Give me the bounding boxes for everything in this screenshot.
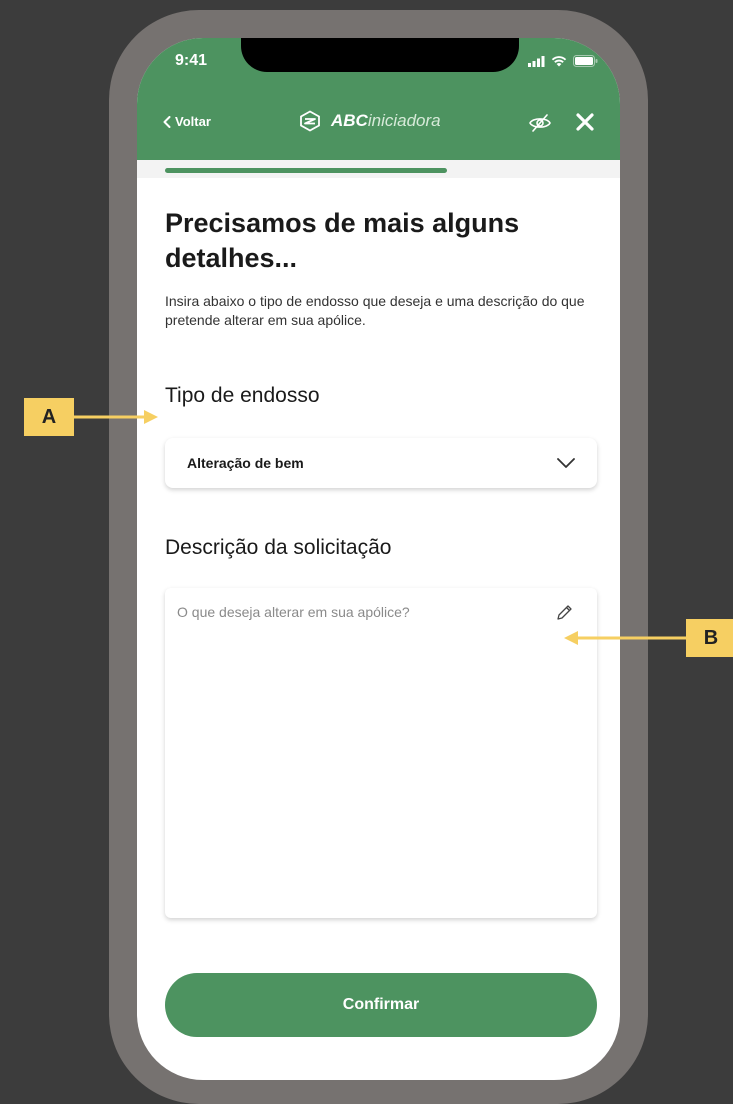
back-button[interactable]: Voltar: [163, 114, 211, 129]
descricao-field-container: [165, 588, 597, 918]
annotation-callout-a: A: [24, 398, 74, 436]
hide-values-button[interactable]: [528, 112, 552, 139]
descricao-label: Descrição da solicitação: [165, 536, 392, 559]
wifi-icon: [551, 56, 567, 67]
status-icons: [528, 55, 598, 67]
signal-icon: [528, 55, 545, 67]
nav-bar: Voltar ABCiniciadora: [137, 88, 620, 160]
notch: [241, 38, 519, 72]
phone-screen: 9:41 Voltar ABCiniciadora Precisamos de …: [137, 38, 620, 1080]
battery-icon: [573, 55, 598, 67]
brand-logo: ABCiniciadora: [299, 110, 441, 132]
progress-track: [137, 160, 620, 178]
page-title: Precisamos de mais alguns detalhes...: [165, 208, 520, 273]
descricao-textarea[interactable]: [165, 588, 597, 918]
status-time: 9:41: [175, 52, 208, 69]
back-label: Voltar: [175, 114, 211, 129]
chevron-down-icon: [557, 458, 575, 468]
close-button[interactable]: [575, 112, 595, 137]
pencil-icon: [557, 605, 572, 620]
confirm-button[interactable]: Confirmar: [165, 973, 597, 1037]
status-bar: 9:41: [137, 38, 620, 88]
brand-bold: ABC: [331, 111, 368, 130]
eye-off-icon: [529, 114, 551, 132]
annotation-arrow-a-icon: [74, 410, 158, 424]
annotation-arrow-b-icon: [564, 631, 688, 645]
progress-fill: [165, 168, 447, 173]
close-icon: [576, 113, 594, 131]
annotation-callout-b: B: [686, 619, 733, 657]
tipo-endosso-value: Alteração de bem: [187, 455, 304, 471]
main-content: Precisamos de mais alguns detalhes... In…: [165, 206, 601, 330]
tipo-endosso-label: Tipo de endosso: [165, 384, 320, 407]
page-subtitle: Insira abaixo o tipo de endosso que dese…: [165, 293, 585, 328]
chevron-left-icon: [163, 115, 171, 128]
tipo-endosso-select[interactable]: Alteração de bem: [165, 438, 597, 488]
logo-icon: [300, 110, 320, 132]
brand-light: iniciadora: [367, 111, 441, 130]
